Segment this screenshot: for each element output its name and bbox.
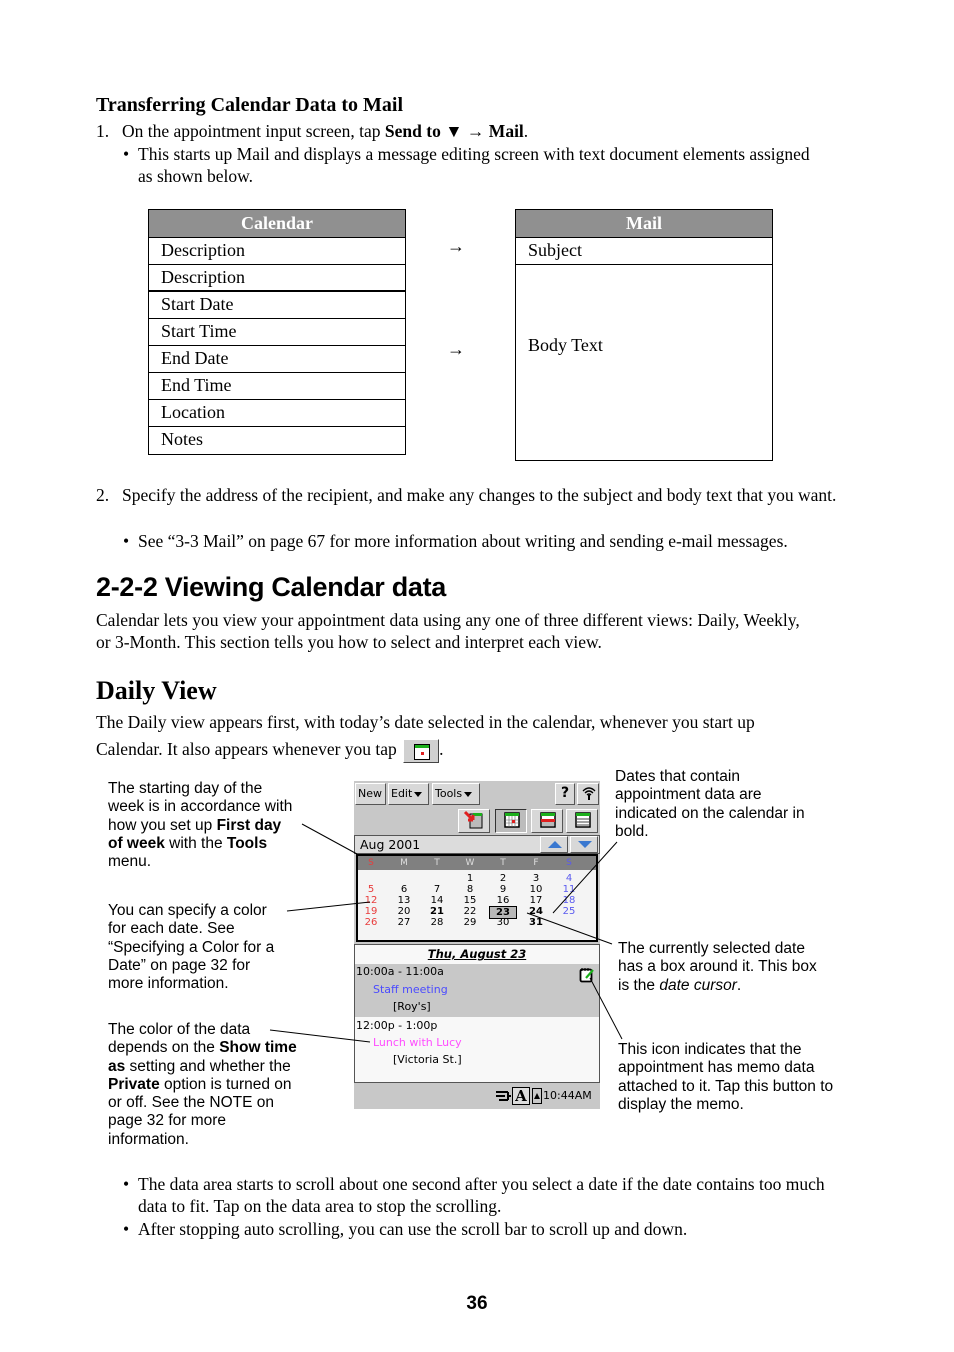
leader-line — [301, 823, 358, 855]
note-bullet: • After stopping auto scrolling, you can… — [123, 1219, 688, 1239]
leader-line — [526, 912, 613, 945]
note-bullet: • The data area starts to scroll about o… — [123, 1174, 825, 1216]
leader-line — [552, 841, 618, 914]
callout-leader-lines — [269, 823, 623, 1043]
page-number: 36 — [466, 1293, 488, 1314]
leader-line — [589, 977, 623, 1040]
leader-line — [286, 901, 371, 912]
leader-line — [269, 1029, 371, 1043]
